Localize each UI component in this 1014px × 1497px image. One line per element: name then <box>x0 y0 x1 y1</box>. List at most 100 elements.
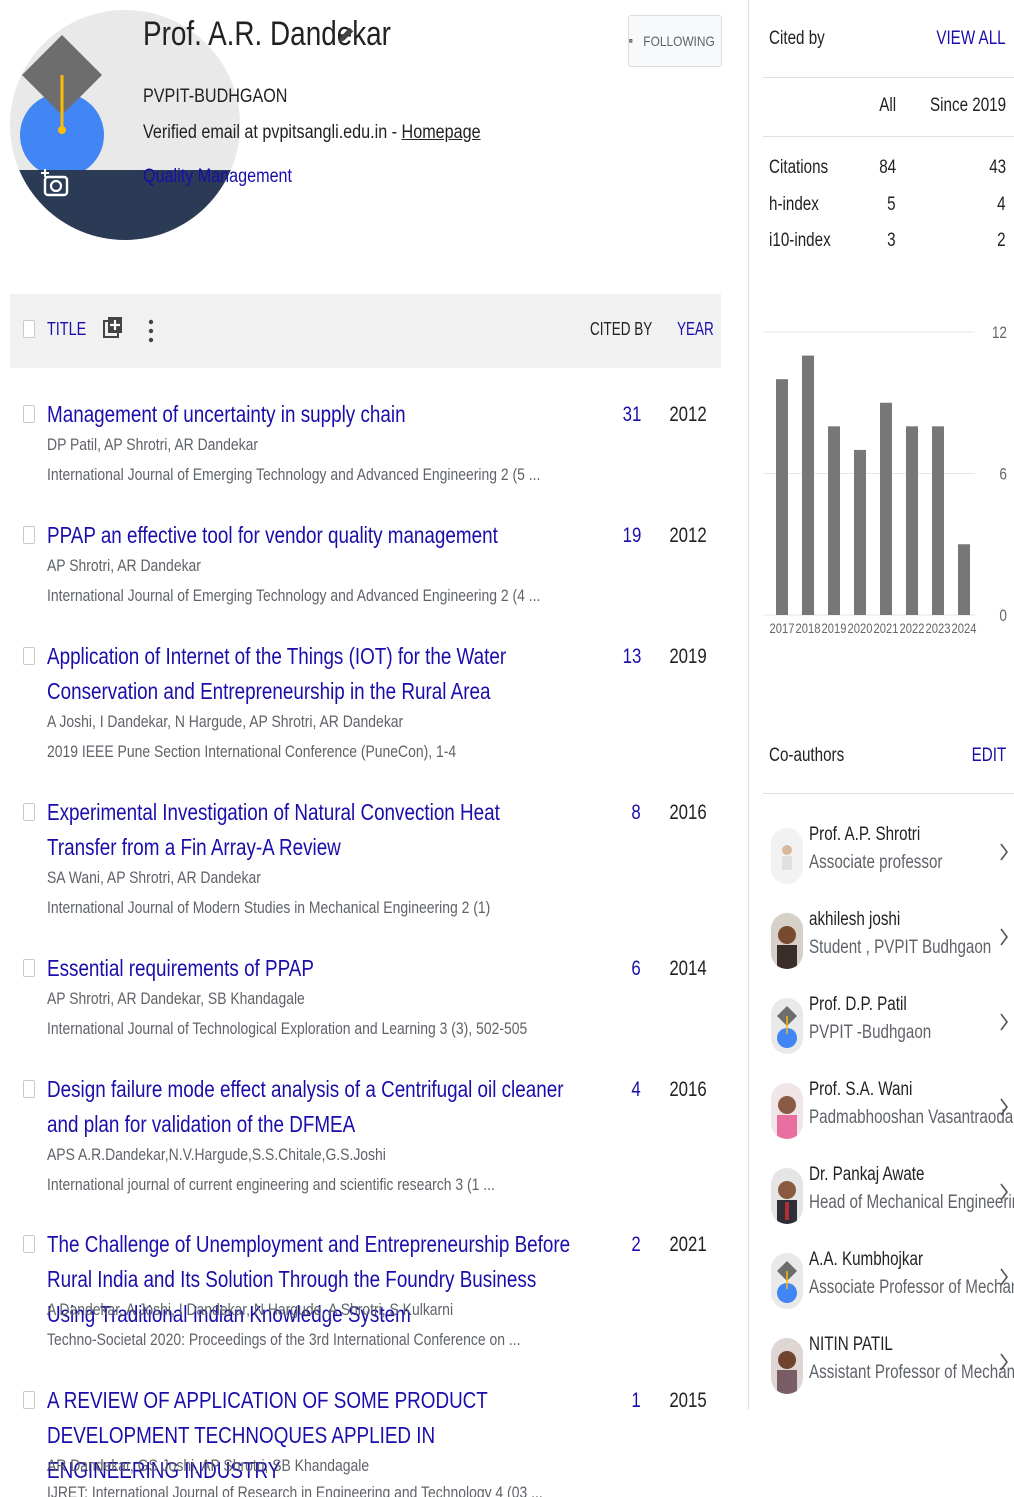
article-title[interactable]: Experimental Investigation of Natural Co… <box>47 795 572 865</box>
edit-coauthors-link[interactable]: EDIT <box>971 745 1006 767</box>
coauthor-item[interactable]: Prof. A.P. Shrotri Associate professor <box>763 822 1014 898</box>
coauthor-avatar <box>771 1168 803 1224</box>
article-venue: International Journal of Emerging Techno… <box>47 465 541 484</box>
coauthor-avatar <box>771 998 803 1054</box>
article-title[interactable]: PPAP an effective tool for vendor qualit… <box>47 518 572 553</box>
sort-by-title[interactable]: TITLE <box>47 319 86 340</box>
coauthors-heading: Co-authors <box>769 745 845 766</box>
article-checkbox[interactable] <box>23 405 35 423</box>
article-checkbox[interactable] <box>23 803 35 821</box>
chevron-right-icon <box>1000 1183 1008 1201</box>
article-cited-count[interactable]: 19 <box>622 518 641 553</box>
research-interest-link[interactable]: Quality Management <box>143 166 292 188</box>
article-year: 2012 <box>669 524 707 547</box>
view-all-citations-link[interactable]: VIEW ALL <box>937 28 1006 50</box>
articles-table-header: TITLE CITED BY YEAR <box>10 294 721 368</box>
coauthor-item[interactable]: NITIN PATIL Assistant Professor of Mecha… <box>763 1332 1014 1408</box>
article-cited-count[interactable]: 1 <box>632 1383 641 1418</box>
coauthor-affiliation: Head of Mechanical Engineering... <box>809 1192 1014 1213</box>
coauthor-avatar <box>771 1083 803 1139</box>
coauthor-item[interactable]: A.A. Kumbhojkar Associate Professor of M… <box>763 1247 1014 1323</box>
article-cited-count[interactable]: 2 <box>632 1227 641 1262</box>
chart-x-tick-label: 2021 <box>874 621 899 636</box>
article-checkbox[interactable] <box>23 1391 35 1409</box>
article-checkbox[interactable] <box>23 1235 35 1253</box>
sidebar-right: Cited by VIEW ALL All Since 2019 Citatio… <box>748 0 1014 1410</box>
chevron-right-icon <box>1000 928 1008 946</box>
add-article-icon[interactable] <box>102 314 124 344</box>
chart-bar <box>958 544 970 615</box>
coauthor-item[interactable]: Prof. S.A. Wani Padmabhooshan Vasantraod… <box>763 1077 1014 1153</box>
add-photo-icon <box>41 169 69 197</box>
article-checkbox[interactable] <box>23 526 35 544</box>
i10-index-all: 3 <box>887 230 896 251</box>
coauthor-item[interactable]: Prof. D.P. Patil PVPIT -Budhgaon <box>763 992 1014 1068</box>
article-year: 2021 <box>669 1233 707 1256</box>
coauthor-affiliation: Padmabhooshan Vasantraodada... <box>809 1107 1014 1128</box>
article-authors: APS A.R.Dandekar,N.V.Hargude,S.S.Chitale… <box>47 1145 386 1164</box>
chart-x-tick-label: 2024 <box>952 621 977 636</box>
following-check-icon <box>629 39 633 43</box>
more-vert-icon[interactable] <box>146 316 156 346</box>
coauthor-name: Prof. A.P. Shrotri <box>809 824 921 845</box>
profile-affiliation: PVPIT-BUDHGAON <box>143 86 288 107</box>
article-checkbox[interactable] <box>23 959 35 977</box>
article-venue: 2019 IEEE Pune Section International Con… <box>47 742 457 761</box>
article-venue: International Journal of Emerging Techno… <box>47 586 541 605</box>
coauthor-item[interactable]: akhilesh joshi Student , PVPIT Budhgaon <box>763 907 1014 983</box>
article-cited-count[interactable]: 31 <box>622 397 641 432</box>
article-cited-count[interactable]: 8 <box>632 795 641 830</box>
chevron-right-icon <box>1000 1098 1008 1116</box>
article-year: 2015 <box>669 1389 707 1412</box>
sort-by-year[interactable]: YEAR <box>677 319 714 340</box>
article-cited-count[interactable]: 4 <box>632 1072 641 1107</box>
citations-all: 84 <box>879 157 896 178</box>
divider <box>763 793 1014 794</box>
coauthor-name: Dr. Pankaj Awate <box>809 1164 925 1185</box>
h-index-since: 4 <box>997 194 1006 215</box>
article-year: 2019 <box>669 645 707 668</box>
coauthor-affiliation: Associate Professor of Mechanic... <box>809 1277 1014 1298</box>
coauthor-affiliation: Student , PVPIT Budhgaon <box>809 937 992 958</box>
change-photo-button[interactable] <box>28 155 88 215</box>
chart-x-tick-label: 2017 <box>770 621 795 636</box>
coauthor-name: Prof. D.P. Patil <box>809 994 907 1015</box>
cited-col-all: All <box>879 95 896 116</box>
coauthor-avatar <box>771 1338 803 1394</box>
scholar-cap-icon <box>771 998 803 1054</box>
sort-by-cited[interactable]: CITED BY <box>590 319 652 340</box>
coauthor-avatar <box>771 828 803 884</box>
article-title[interactable]: Management of uncertainty in supply chai… <box>47 397 572 432</box>
coauthor-affiliation: PVPIT -Budhgaon <box>809 1022 932 1043</box>
coauthor-name: Prof. S.A. Wani <box>809 1079 913 1100</box>
chart-bar <box>854 449 866 615</box>
scholar-cap-icon <box>771 1253 803 1309</box>
cited-by-heading: Cited by <box>769 28 825 49</box>
article-title[interactable]: Application of Internet of the Things (I… <box>47 639 572 709</box>
chart-bar <box>880 402 892 615</box>
article-cited-count[interactable]: 13 <box>622 639 641 674</box>
article-year: 2012 <box>669 403 707 426</box>
article-year: 2016 <box>669 801 707 824</box>
pencil-edit-icon[interactable] <box>335 24 357 46</box>
homepage-link[interactable]: Homepage <box>402 122 481 143</box>
coauthor-item[interactable]: Dr. Pankaj Awate Head of Mechanical Engi… <box>763 1162 1014 1238</box>
article-cited-count[interactable]: 6 <box>632 951 641 986</box>
chevron-right-icon <box>1000 1013 1008 1031</box>
coauthor-name: akhilesh joshi <box>809 909 901 930</box>
chart-y-tick-label: 6 <box>999 465 1007 484</box>
verified-email-text: Verified email at pvpitsangli.edu.in - <box>143 122 402 143</box>
following-label: FOLLOWING <box>643 33 715 49</box>
article-checkbox[interactable] <box>23 1080 35 1098</box>
select-all-checkbox[interactable] <box>23 320 35 338</box>
i10-index-since: 2 <box>997 230 1006 251</box>
cited-col-since: Since 2019 <box>929 95 1006 116</box>
following-button[interactable]: FOLLOWING <box>628 15 722 67</box>
article-title[interactable]: Design failure mode effect analysis of a… <box>47 1072 572 1142</box>
article-checkbox[interactable] <box>23 647 35 665</box>
article-title[interactable]: Essential requirements of PPAP <box>47 951 572 986</box>
article-authors: DP Patil, AP Shrotri, AR Dandekar <box>47 435 259 454</box>
article-venue: International Journal of Technological E… <box>47 1019 528 1038</box>
chart-bar <box>802 355 814 615</box>
divider <box>763 77 1014 78</box>
